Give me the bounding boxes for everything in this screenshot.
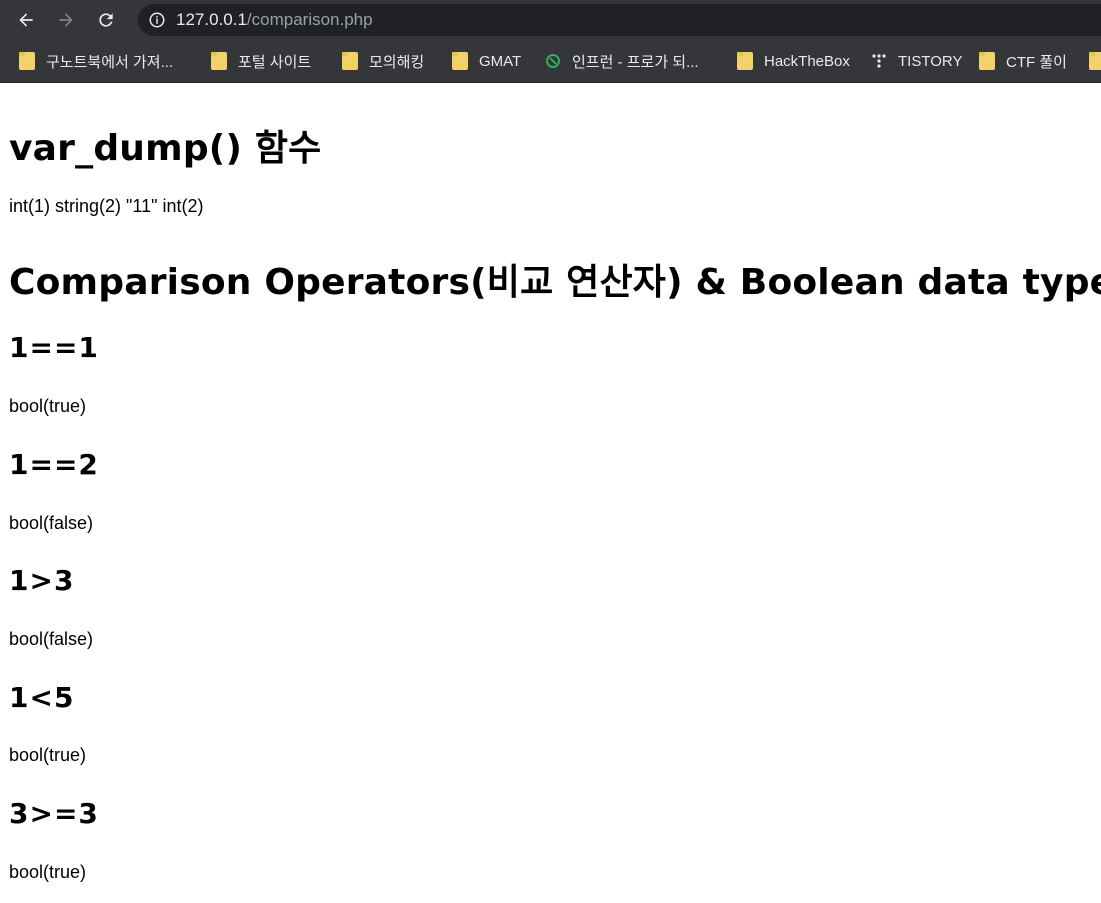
address-bar[interactable]: 127.0.0.1/comparison.php <box>138 4 1101 36</box>
folder-icon <box>342 52 358 70</box>
bookmark-label: 모의해킹 <box>369 53 425 71</box>
url-host: 127.0.0.1 <box>176 10 247 29</box>
bookmark-label: HackTheBox <box>764 52 850 70</box>
inflearn-icon <box>546 54 560 68</box>
arrow-left-icon <box>19 13 33 27</box>
comparison-heading: Comparison Operators(비교 연산자) & Boolean d… <box>9 262 1101 303</box>
bookmark-item[interactable]: 구노트북에서 가져... <box>19 49 173 73</box>
info-icon[interactable] <box>148 11 166 29</box>
case-result: bool(false) <box>9 629 94 649</box>
folder-icon <box>452 52 468 70</box>
vardump-output: int(1) string(2) "11" int(2) <box>9 196 204 216</box>
case-expression: 1==2 <box>9 448 99 481</box>
bookmark-label: 포털 사이트 <box>238 53 312 71</box>
case-expression: 1>3 <box>9 564 75 597</box>
bookmark-label: GMAT <box>479 52 522 70</box>
vardump-heading: var_dump() 함수 <box>9 128 322 169</box>
tistory-icon <box>872 54 886 68</box>
case-result: bool(false) <box>9 513 94 533</box>
bookmark-item[interactable]: 인프런 - 프로가 되... <box>545 49 699 73</box>
back-button[interactable] <box>12 6 40 34</box>
case-expression: 1<5 <box>9 681 75 714</box>
bookmark-item[interactable]: 포털 사이트 <box>211 49 311 73</box>
bookmark-label: 구노트북에서 가져... <box>46 53 174 71</box>
bookmark-item[interactable]: HackTheBox <box>737 49 850 73</box>
case-expression: 1==1 <box>9 331 99 364</box>
case-result: bool(true) <box>9 396 87 416</box>
bookmark-item[interactable]: GMAT <box>452 49 521 73</box>
folder-icon <box>1089 52 1101 70</box>
bookmark-item[interactable]: CTF 풀이 <box>979 49 1067 73</box>
url-path: /comparison.php <box>246 10 373 29</box>
browser-toolbar: 127.0.0.1/comparison.php <box>0 0 1101 40</box>
case-expression: 3>=3 <box>9 797 99 830</box>
bookmark-label: 인프런 - 프로가 되... <box>572 53 699 71</box>
reload-button[interactable] <box>92 6 120 34</box>
bookmarks-bar: 구노트북에서 가져... 포털 사이트 모의해킹 GMAT 인프런 - 프로가 … <box>0 40 1101 83</box>
reload-icon <box>99 13 113 27</box>
bookmark-item[interactable] <box>1089 49 1101 73</box>
case-result: bool(true) <box>9 745 87 765</box>
forward-button[interactable] <box>52 6 80 34</box>
bookmark-item[interactable]: 모의해킹 <box>342 49 424 73</box>
bookmark-label: TISTORY <box>898 52 963 70</box>
bookmark-item[interactable]: TISTORY <box>871 49 962 73</box>
arrow-right-icon <box>59 13 73 27</box>
bookmark-label: CTF 풀이 <box>1006 53 1067 71</box>
folder-icon <box>211 52 227 70</box>
folder-icon <box>737 52 753 70</box>
url-text[interactable]: 127.0.0.1/comparison.php <box>176 10 373 30</box>
folder-icon <box>19 52 35 70</box>
folder-icon <box>979 52 995 70</box>
case-result: bool(true) <box>9 862 87 882</box>
